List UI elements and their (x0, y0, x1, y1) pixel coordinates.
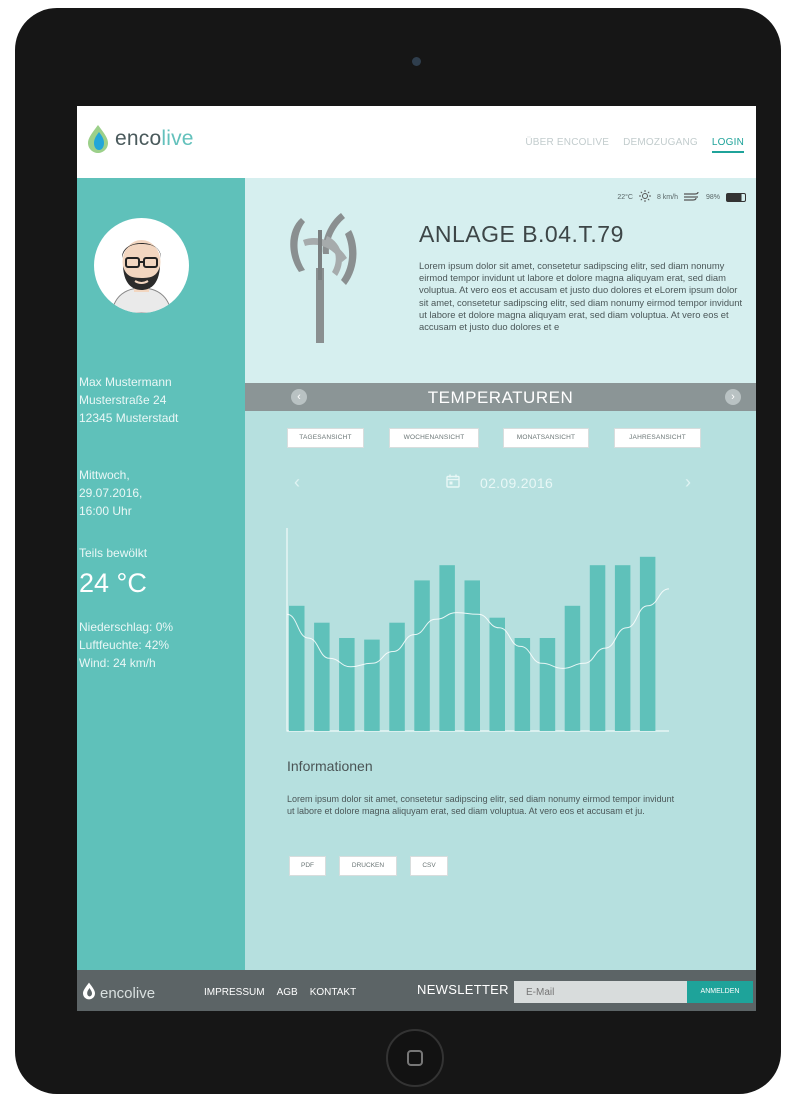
chart-bar (414, 580, 430, 731)
chart-bar (339, 638, 355, 731)
sidebar: Max Mustermann Musterstraße 24 12345 Mus… (77, 178, 245, 970)
logo-text-suffix: live (161, 127, 194, 150)
footer-link-agb[interactable]: AGB (277, 987, 298, 998)
view-month-button[interactable]: MONATSANSICHT (503, 428, 589, 448)
top-nav: ÜBER ENCOLIVE DEMOZUGANG LOGIN (525, 137, 744, 153)
footer-link-impressum[interactable]: IMPRESSUM (204, 987, 265, 998)
info-heading: Informationen (287, 758, 373, 774)
pdf-button[interactable]: PDF (289, 856, 326, 876)
weather-details: Niederschlag: 0% Luftfeuchte: 42% Wind: … (79, 618, 173, 672)
footer: encolive IMPRESSUM AGB KONTAKT NEWSLETTE… (77, 970, 756, 1011)
chart-bar (639, 556, 656, 731)
footer-logo-prefix: enco (100, 985, 133, 1002)
plant-header: 22°C 8 km/h 98% ANLAGE B.04.T.79 Lorem i… (245, 178, 756, 383)
date-prev-icon[interactable]: ‹ (294, 472, 300, 493)
top-bar: encolive ÜBER ENCOLIVE DEMOZUGANG LOGIN (77, 106, 756, 178)
section-bar: ‹ TEMPERATUREN › (245, 383, 756, 411)
calendar-icon[interactable] (446, 474, 460, 488)
status-battery: 98% (705, 193, 720, 201)
camera-icon (412, 57, 421, 66)
chart-bar (389, 622, 405, 731)
footer-logo[interactable]: encolive (82, 982, 155, 1005)
csv-button[interactable]: CSV (410, 856, 448, 876)
weather-condition: Teils bewölkt (79, 546, 148, 560)
humidity: Luftfeuchte: 42% (79, 638, 170, 652)
logo-text-prefix: enco (115, 127, 162, 150)
print-button[interactable]: DRUCKEN (339, 856, 397, 876)
chevron-right-icon[interactable]: › (725, 389, 741, 405)
nav-about[interactable]: ÜBER ENCOLIVE (525, 137, 609, 153)
chart-bar (464, 580, 480, 731)
temperature-chart (286, 528, 670, 732)
time: 16:00 Uhr (79, 504, 132, 518)
nav-demo[interactable]: DEMOZUGANG (623, 137, 698, 153)
chart-bar (364, 639, 380, 731)
selected-date: 02.09.2016 (480, 475, 554, 491)
footer-logo-suffix: live (132, 985, 156, 1002)
screen: encolive ÜBER ENCOLIVE DEMOZUGANG LOGIN (77, 106, 756, 1011)
home-button[interactable] (386, 1029, 444, 1087)
date-navigation: ‹ 02.09.2016 › (245, 468, 756, 498)
status-bar: 22°C 8 km/h 98% (617, 190, 746, 204)
newsletter-label: NEWSLETTER (417, 982, 509, 997)
flame-drop-icon (87, 124, 109, 154)
logo[interactable]: encolive (87, 124, 194, 154)
footer-links: IMPRESSUM AGB KONTAKT (204, 987, 356, 998)
chart-bar (314, 622, 330, 731)
chart-bar (489, 617, 505, 731)
newsletter-submit-button[interactable]: ANMELDEN (687, 981, 753, 1003)
home-square-icon (407, 1050, 423, 1066)
status-temp: 22°C (617, 193, 633, 201)
status-wind: 8 km/h (656, 193, 678, 201)
date: 29.07.2016, (79, 486, 143, 500)
flame-drop-icon (82, 982, 100, 1005)
wind: Wind: 24 km/h (79, 656, 156, 670)
weekday: Mittwoch, (79, 468, 130, 482)
newsletter-email-input[interactable] (514, 981, 687, 1003)
avatar[interactable] (94, 218, 189, 313)
tablet-frame: encolive ÜBER ENCOLIVE DEMOZUGANG LOGIN (15, 8, 781, 1094)
sun-icon (638, 190, 651, 204)
view-week-button[interactable]: WOCHENANSICHT (389, 428, 479, 448)
wind-icon (683, 191, 700, 203)
chart-bar (614, 565, 631, 731)
current-datetime: Mittwoch, 29.07.2016, 16:00 Uhr (79, 466, 142, 520)
user-city: 12345 Musterstadt (79, 411, 179, 425)
plant-title: ANLAGE B.04.T.79 (419, 221, 624, 247)
user-name: Max Mustermann (79, 375, 172, 389)
section-title: TEMPERATUREN (427, 388, 574, 407)
chart-bar (539, 638, 556, 731)
footer-link-kontakt[interactable]: KONTAKT (310, 987, 356, 998)
battery-icon (726, 192, 746, 202)
user-address: Max Mustermann Musterstraße 24 12345 Mus… (79, 373, 178, 427)
nav-login[interactable]: LOGIN (711, 137, 744, 153)
precipitation: Niederschlag: 0% (79, 620, 174, 634)
chart-bar (514, 638, 531, 731)
date-next-icon[interactable]: › (685, 472, 691, 493)
wind-turbine-icon (281, 210, 371, 350)
plant-description: Lorem ipsum dolor sit amet, consetetur s… (419, 260, 743, 333)
chart-bar (439, 565, 455, 731)
user-street: Musterstraße 24 (79, 393, 167, 407)
view-year-button[interactable]: JAHRESANSICHT (614, 428, 701, 448)
info-text: Lorem ipsum dolor sit amet, consetetur s… (287, 794, 675, 816)
view-day-button[interactable]: TAGESANSICHT (287, 428, 364, 448)
weather-temperature: 24 °C (79, 568, 147, 598)
